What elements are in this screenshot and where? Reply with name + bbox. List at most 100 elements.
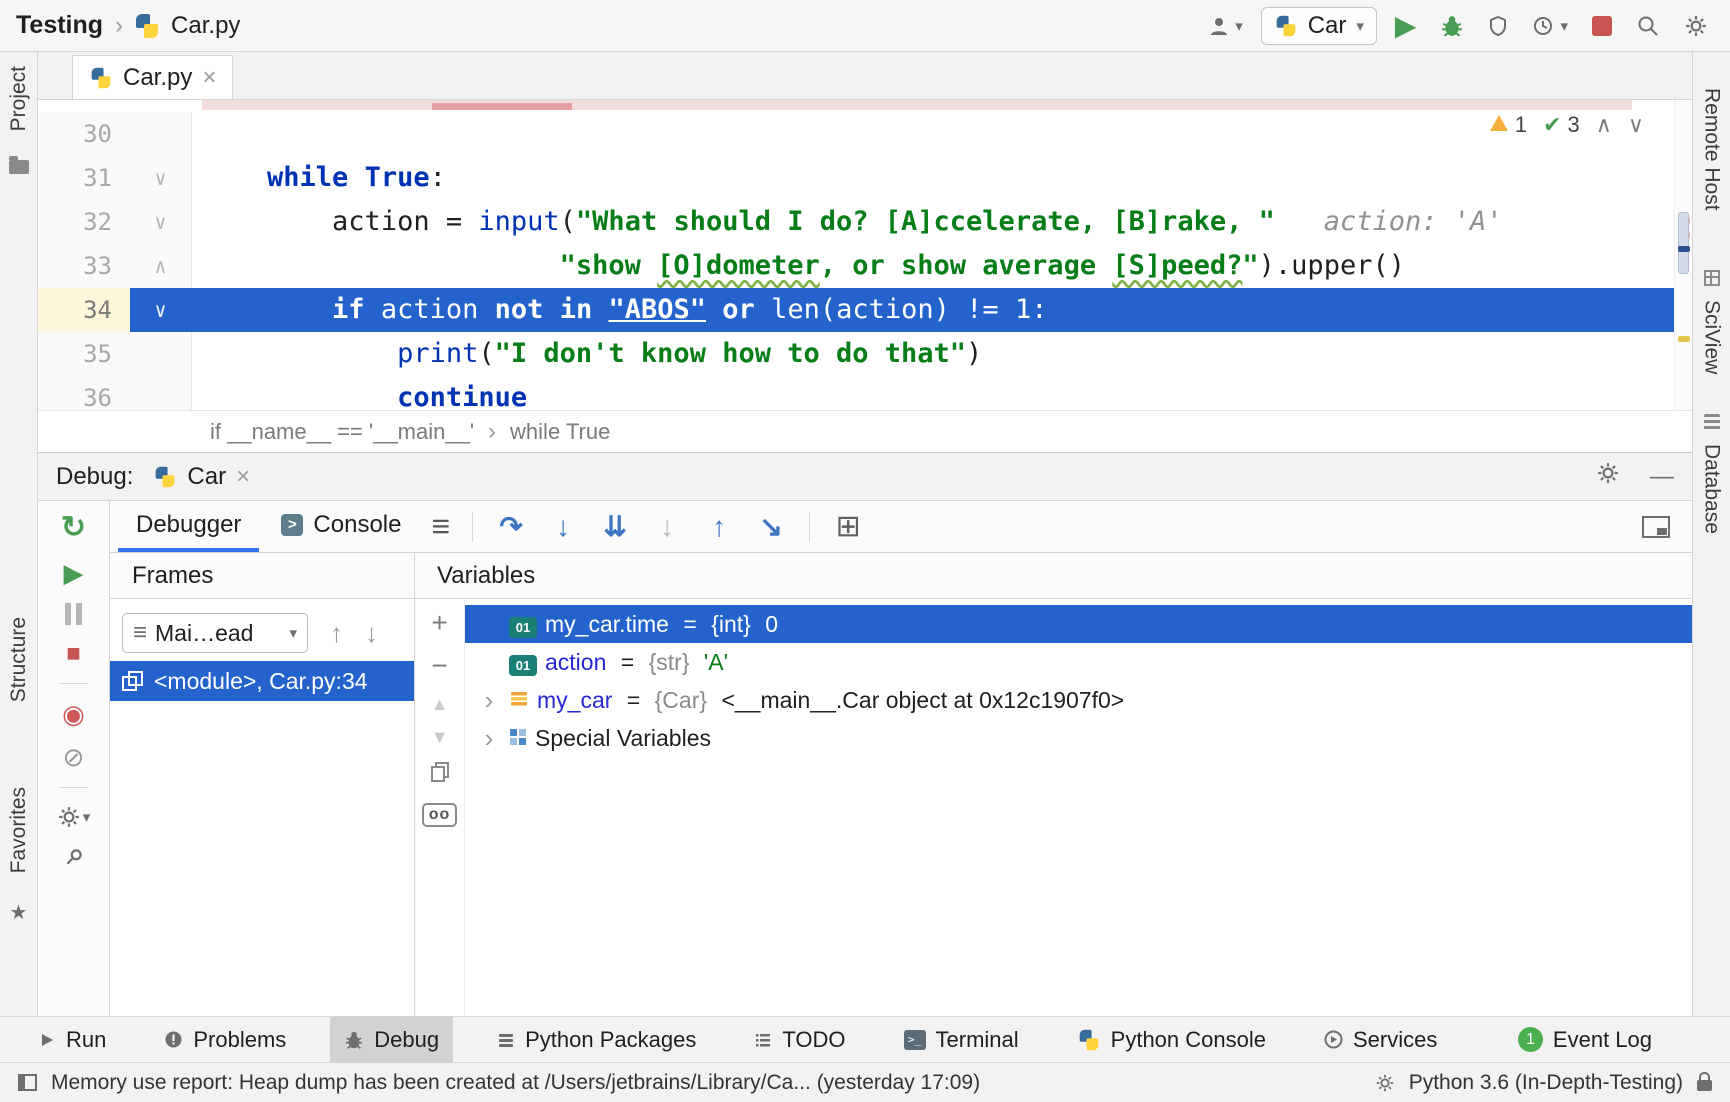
vcs-user-button[interactable]: ▾ xyxy=(1201,11,1249,41)
debugger-settings-button[interactable]: ▾ xyxy=(57,805,91,829)
toolwindow-button-services[interactable]: Services xyxy=(1310,1017,1451,1062)
run-with-coverage-button[interactable] xyxy=(1482,10,1514,42)
search-everywhere-button[interactable] xyxy=(1630,10,1666,42)
toolwindow-button-todo[interactable]: TODO xyxy=(740,1017,859,1062)
stack-frame-row[interactable]: <module>, Car.py:34 xyxy=(110,661,414,701)
step-into-my-code-button[interactable]: ⇊ xyxy=(591,510,639,543)
sidebar-item-remote-host[interactable]: Remote Host xyxy=(1700,88,1724,211)
view-breakpoints-button[interactable]: ◉ xyxy=(62,701,85,727)
code-text[interactable]: "show [O]dometer, or show average [S]pee… xyxy=(192,244,1692,288)
toolwindow-button-python-packages[interactable]: Python Packages xyxy=(483,1017,710,1062)
restore-layout-button[interactable] xyxy=(1642,516,1670,538)
sidebar-item-sciview[interactable]: SciView xyxy=(1700,300,1724,374)
variable-row[interactable]: 01my_car.time = {int} 0 xyxy=(465,605,1692,643)
resume-button[interactable]: ▶ xyxy=(64,560,84,586)
execution-stripe-mark[interactable] xyxy=(1678,246,1690,252)
code-text[interactable]: while True: xyxy=(192,156,1692,200)
run-to-cursor-button[interactable]: ↘ xyxy=(747,510,795,543)
warning-stripe-mark[interactable] xyxy=(1678,336,1690,342)
previous-problem-button[interactable]: ∧ xyxy=(1596,112,1612,138)
step-into-button[interactable]: ↓ xyxy=(539,511,587,543)
toolwindow-button-python-console[interactable]: Python Console xyxy=(1063,1017,1280,1062)
evaluate-expression-button[interactable]: ⊞ xyxy=(824,509,872,544)
sidebar-item-structure[interactable]: Structure xyxy=(7,617,31,702)
next-frame-button[interactable]: ↓ xyxy=(365,618,378,649)
interpreter-widget[interactable]: Python 3.6 (In-Depth-Testing) xyxy=(1409,1071,1683,1095)
sidebar-item-project[interactable]: Project xyxy=(7,66,31,131)
debug-settings-button[interactable] xyxy=(1596,461,1620,492)
tab-debugger[interactable]: Debugger xyxy=(118,501,259,552)
previous-frame-button[interactable]: ↑ xyxy=(330,618,343,649)
debug-session-tab[interactable]: Car × xyxy=(145,463,258,491)
step-out-button[interactable]: ↑ xyxy=(695,511,743,543)
show-watches-toggle[interactable]: oo xyxy=(422,803,458,827)
file-breadcrumb[interactable]: Car.py xyxy=(171,12,240,40)
add-watch-button[interactable]: + xyxy=(431,609,447,637)
thread-selector[interactable]: ≡ Mai…ead ▾ xyxy=(122,613,308,653)
variable-row[interactable]: ›my_car = {Car} <__main__.Car object at … xyxy=(465,681,1692,719)
tab-console[interactable]: > Console xyxy=(263,501,419,552)
line-number[interactable]: 35 xyxy=(38,332,130,376)
close-icon[interactable]: × xyxy=(202,64,216,92)
settings-button[interactable] xyxy=(1678,10,1714,42)
pause-button[interactable] xyxy=(65,603,82,625)
fold-marker-icon[interactable]: ∧ xyxy=(130,244,192,288)
status-message[interactable]: Memory use report: Heap dump has been cr… xyxy=(51,1071,980,1095)
rerun-button[interactable]: ↻ xyxy=(61,513,86,543)
code-text[interactable] xyxy=(192,112,1692,156)
lock-icon[interactable] xyxy=(1697,1080,1712,1091)
code-text[interactable]: action = input("What should I do? [A]cce… xyxy=(192,200,1692,244)
mute-breakpoints-button[interactable]: ⊘ xyxy=(63,744,85,770)
layout-options-icon[interactable]: ≡ xyxy=(423,508,458,545)
code-text[interactable]: if action not in "ABOS" or len(action) !… xyxy=(192,288,1692,332)
hide-panel-button[interactable]: — xyxy=(1650,463,1674,491)
remove-watch-button[interactable]: − xyxy=(431,652,447,680)
background-tasks-icon[interactable] xyxy=(1375,1073,1395,1093)
code-text[interactable]: print("I don't know how to do that") xyxy=(192,332,1692,376)
fold-marker-icon[interactable]: ∨ xyxy=(130,288,192,332)
duplicate-watch-button[interactable] xyxy=(430,761,450,788)
editor-tab-carpy[interactable]: Car.py × xyxy=(72,55,233,99)
scrollbar-thumb[interactable] xyxy=(1678,212,1689,274)
next-problem-button[interactable]: ∨ xyxy=(1628,112,1644,138)
editor-scrollbar[interactable] xyxy=(1674,100,1692,410)
toolwindow-button-terminal[interactable]: >_Terminal xyxy=(890,1017,1033,1062)
line-number[interactable]: 33 xyxy=(38,244,130,288)
code-text[interactable]: continue xyxy=(192,376,1692,410)
expand-arrow-icon[interactable]: › xyxy=(477,685,501,716)
sidebar-item-database[interactable]: Database xyxy=(1700,444,1724,534)
breadcrumb-while[interactable]: while True xyxy=(510,419,610,445)
code-editor[interactable]: 3031∨ while True:32∨ action = input("Wha… xyxy=(38,100,1692,410)
variable-row[interactable]: ›Special Variables xyxy=(465,719,1692,757)
fold-marker-icon[interactable]: ∨ xyxy=(130,200,192,244)
expand-arrow-icon[interactable]: › xyxy=(477,723,501,754)
tool-window-switcher-icon[interactable] xyxy=(18,1074,37,1091)
line-number[interactable]: 32 xyxy=(38,200,130,244)
debug-button[interactable] xyxy=(1434,10,1470,42)
toolwindow-button-problems[interactable]: Problems xyxy=(150,1017,300,1062)
stop-process-button[interactable]: ■ xyxy=(66,642,81,666)
run-configuration-select[interactable]: Car ▾ xyxy=(1261,7,1377,45)
run-button[interactable]: ▶ xyxy=(1389,8,1423,44)
step-over-button[interactable]: ↷ xyxy=(487,510,535,543)
toolwindow-button-debug[interactable]: Debug xyxy=(330,1017,453,1062)
line-number[interactable]: 34 xyxy=(38,288,130,332)
move-watch-down-button[interactable]: ▼ xyxy=(431,728,449,746)
force-step-into-button[interactable]: ↓ xyxy=(643,511,691,543)
sidebar-item-favorites[interactable]: Favorites xyxy=(7,787,31,873)
line-number[interactable]: 36 xyxy=(38,376,130,410)
pin-tab-button[interactable] xyxy=(63,846,85,873)
toolwindow-button-event-log[interactable]: 1Event Log xyxy=(1504,1017,1666,1062)
toolwindow-button-run[interactable]: Run xyxy=(24,1017,120,1062)
fold-marker-icon[interactable]: ∨ xyxy=(130,156,192,200)
stop-button[interactable] xyxy=(1586,12,1618,40)
variable-row[interactable]: 01action = {str} 'A' xyxy=(465,643,1692,681)
project-breadcrumb[interactable]: Testing xyxy=(16,11,103,40)
breadcrumb-main[interactable]: if __name__ == '__main__' xyxy=(210,419,474,445)
move-watch-up-button[interactable]: ▲ xyxy=(431,695,449,713)
line-number[interactable]: 30 xyxy=(38,112,130,156)
inspection-widget[interactable]: 1 ✔ 3 ∧ ∨ xyxy=(1481,110,1652,140)
profiler-button[interactable]: ▾ xyxy=(1526,10,1574,42)
line-number[interactable]: 31 xyxy=(38,156,130,200)
close-icon[interactable]: × xyxy=(236,463,250,491)
